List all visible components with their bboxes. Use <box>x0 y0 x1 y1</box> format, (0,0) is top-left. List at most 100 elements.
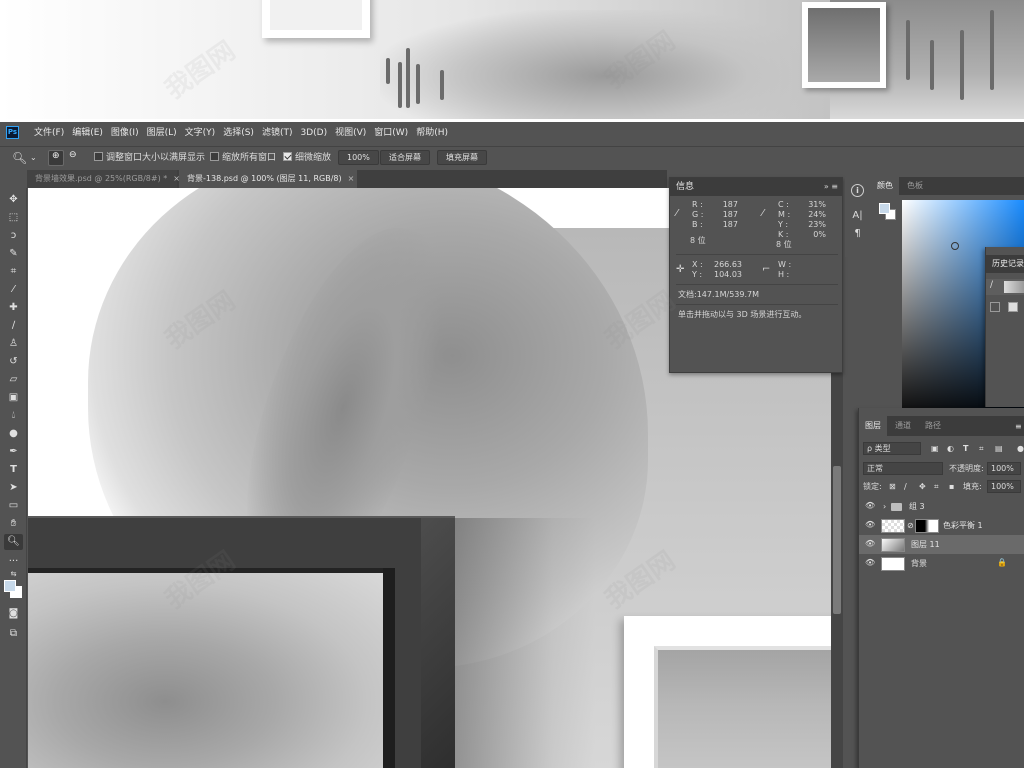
tab-color[interactable]: 颜色 <box>871 177 899 195</box>
blend-mode-select[interactable]: 正常 <box>863 462 943 475</box>
zoom-tool-icon[interactable]: 🔍︎ <box>4 534 23 550</box>
quick-mask-icon[interactable]: ◙ <box>4 606 23 622</box>
blur-tool-icon[interactable]: 💧︎ <box>4 408 23 424</box>
stamp-tool-icon[interactable]: ♙ <box>4 336 23 352</box>
layer-row-background[interactable]: 👁 背景 🔒 <box>859 554 1024 573</box>
info-icon[interactable]: i <box>851 184 864 197</box>
zoom-in-toggle[interactable]: ⊕ <box>48 150 64 166</box>
info-y-label: Y : <box>778 220 789 229</box>
paragraph-icon[interactable]: ¶ <box>849 225 866 242</box>
dodge-tool-icon[interactable]: ● <box>4 426 23 442</box>
filter-pixel-icon[interactable]: ▣ <box>931 442 939 455</box>
filter-toggle-icon[interactable]: ● <box>1017 442 1024 455</box>
menu-item-4[interactable]: 文字(Y) <box>181 122 220 144</box>
eyedropper-icon: ⁄ <box>676 208 678 219</box>
zoom-value-button[interactable]: 100% <box>338 150 379 165</box>
tab-layers[interactable]: 图层 <box>859 416 887 436</box>
lock-artboard-icon[interactable]: ⌗ <box>934 480 939 493</box>
layer-row-color-balance[interactable]: 👁 ⊘ 色彩平衡 1 <box>859 516 1024 535</box>
filter-shape-icon[interactable]: ⌗ <box>979 442 984 455</box>
fill-input[interactable]: 100% <box>987 480 1021 493</box>
scrubby-zoom-option[interactable]: 细微缩放 <box>283 150 331 166</box>
resize-windows-checkbox[interactable] <box>94 152 103 161</box>
document-tab-1[interactable]: 背景墙效果.psd @ 25%(RGB/8#) * × <box>27 170 180 188</box>
history-document-icon[interactable] <box>1008 302 1018 312</box>
panel-menu-icon[interactable]: » ≡ <box>824 178 838 196</box>
brush-tool-icon[interactable]: ∕ <box>4 318 23 334</box>
zoom-all-windows-option[interactable]: 缩放所有窗口 <box>210 150 276 166</box>
lock-transparent-icon[interactable]: ⊠ <box>889 480 896 493</box>
history-state-icon[interactable] <box>990 302 1000 312</box>
eye-icon[interactable]: 👁 <box>865 501 875 510</box>
menu-item-10[interactable]: 帮助(H) <box>412 122 452 144</box>
history-brush-tool-icon[interactable]: ↺ <box>4 354 23 370</box>
lasso-tool-icon[interactable]: ↄ <box>4 228 23 244</box>
character-icon[interactable]: A| <box>849 207 866 224</box>
layer-mask-thumbnail[interactable] <box>915 519 939 533</box>
tab-paths[interactable]: 路径 <box>919 416 947 436</box>
healing-tool-icon[interactable]: ✚ <box>4 300 23 316</box>
filter-smart-object-icon[interactable]: ▤ <box>995 442 1003 455</box>
move-tool-icon[interactable]: ✥ <box>4 192 23 208</box>
menu-item-3[interactable]: 图层(L) <box>143 122 181 144</box>
fill-screen-button[interactable]: 填充屏幕 <box>437 150 487 165</box>
menu-item-6[interactable]: 滤镜(T) <box>258 122 297 144</box>
link-icon[interactable]: ⊘ <box>907 519 914 532</box>
eyedropper-icon: ⁄ <box>762 208 764 219</box>
close-icon[interactable]: × <box>348 174 355 183</box>
layer-row-group3[interactable]: 👁 › 组 3 <box>859 497 1024 516</box>
opacity-input[interactable]: 100% <box>987 462 1021 475</box>
gradient-tool-icon[interactable]: ▣ <box>4 390 23 406</box>
scrubby-zoom-checkbox[interactable] <box>283 152 292 161</box>
lock-icon[interactable]: 🔒 <box>997 558 1007 567</box>
zoom-in-icon: ⊕ <box>52 151 60 161</box>
color-panel-foreground-swatch[interactable] <box>879 203 890 214</box>
menu-item-0[interactable]: 文件(F) <box>30 122 68 144</box>
marquee-tool-icon[interactable]: ⬚ <box>4 210 23 226</box>
menu-item-5[interactable]: 选择(S) <box>219 122 258 144</box>
type-tool-icon[interactable]: T <box>4 462 23 478</box>
fit-screen-button[interactable]: 适合屏幕 <box>380 150 430 165</box>
color-picker-cursor[interactable] <box>951 242 959 250</box>
lock-position-icon[interactable]: ✥ <box>919 480 926 493</box>
lock-all-icon[interactable]: ▪ <box>949 480 954 493</box>
pen-tool-icon[interactable]: ✒ <box>4 444 23 460</box>
screen-mode-icon[interactable]: ⧉ <box>4 626 23 642</box>
menu-item-9[interactable]: 窗口(W) <box>370 122 412 144</box>
menu-item-2[interactable]: 图像(I) <box>107 122 143 144</box>
menu-item-7[interactable]: 3D(D) <box>296 122 331 144</box>
lock-image-icon[interactable]: ∕ <box>904 480 907 493</box>
zoom-tool-icon[interactable]: 🔍︎ <box>12 150 27 166</box>
tab-channels[interactable]: 通道 <box>889 416 917 436</box>
layer-row-layer11[interactable]: 👁 图层 11 <box>859 535 1024 554</box>
eraser-tool-icon[interactable]: ▱ <box>4 372 23 388</box>
crop-tool-icon[interactable]: ⌗ <box>4 264 23 280</box>
document-tab-2[interactable]: 背景-138.psd @ 100% (图层 11, RGB/8) × <box>179 170 357 188</box>
crosshair-icon: ✛ <box>676 264 685 275</box>
filter-adjustment-icon[interactable]: ◐ <box>947 442 954 455</box>
zoom-out-toggle[interactable]: ⊖ <box>66 150 82 166</box>
hand-tool-icon[interactable]: ✋︎ <box>4 516 23 532</box>
panel-menu-icon[interactable]: ≡ <box>1015 420 1022 433</box>
layer-thumbnail <box>881 519 905 533</box>
eye-icon[interactable]: 👁 <box>865 539 875 548</box>
chevron-right-icon[interactable]: › <box>883 500 886 513</box>
rectangle-tool-icon[interactable]: ▭ <box>4 498 23 514</box>
foreground-color-swatch[interactable] <box>4 580 16 592</box>
eye-icon[interactable]: 👁 <box>865 520 875 529</box>
info-panel-title[interactable]: 信息 <box>676 178 694 196</box>
history-panel-title[interactable]: 历史记录 <box>992 255 1024 273</box>
quick-select-tool-icon[interactable]: ✎ <box>4 246 23 262</box>
layer-filter-kind[interactable]: ρ 类型 <box>863 442 921 455</box>
eyedropper-tool-icon[interactable]: ⁄ <box>4 282 23 298</box>
filter-type-icon[interactable]: T <box>963 442 968 455</box>
chevron-down-icon[interactable]: ⌄ <box>30 150 37 166</box>
resize-windows-option[interactable]: 调整窗口大小以满屏显示 <box>94 150 205 166</box>
zoom-all-windows-checkbox[interactable] <box>210 152 219 161</box>
eye-icon[interactable]: 👁 <box>865 558 875 567</box>
path-select-tool-icon[interactable]: ➤ <box>4 480 23 496</box>
menu-item-1[interactable]: 编辑(E) <box>68 122 107 144</box>
menu-item-8[interactable]: 视图(V) <box>331 122 370 144</box>
scrollbar-thumb[interactable] <box>833 466 841 614</box>
tab-swatches[interactable]: 色板 <box>901 177 929 195</box>
